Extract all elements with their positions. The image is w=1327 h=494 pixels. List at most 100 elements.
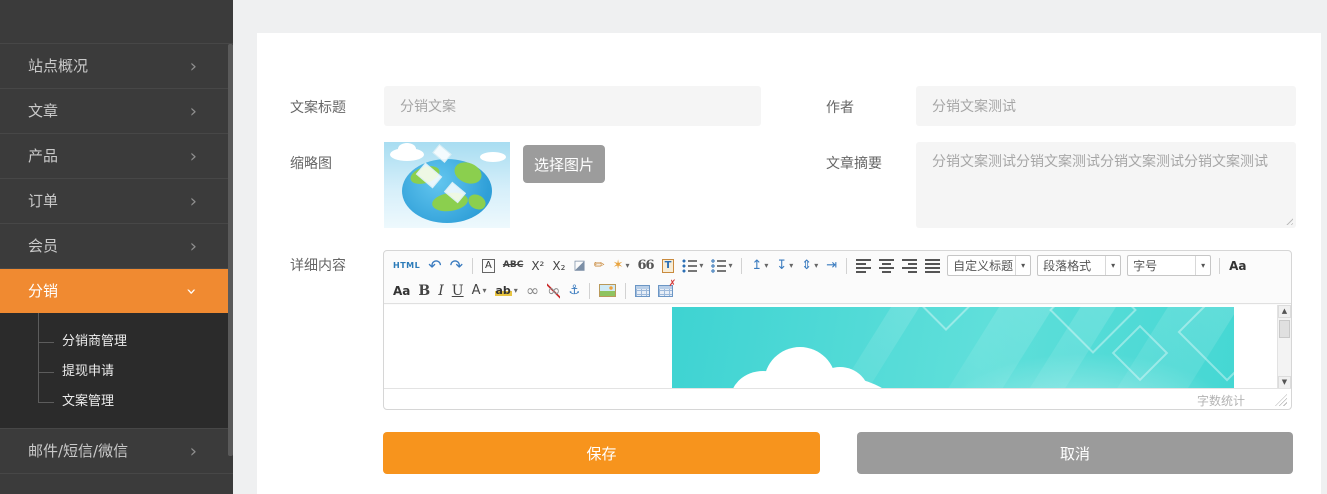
toolbar-separator xyxy=(472,258,473,274)
chevron-right-icon: › xyxy=(190,44,197,89)
bold-icon[interactable]: B xyxy=(415,280,433,302)
author-label: 作者 xyxy=(826,97,854,117)
font-color-icon[interactable]: A▾ xyxy=(469,280,490,302)
paragraph-spacing-top-icon: ↥ xyxy=(751,259,762,272)
line-height-icon[interactable]: ⇕▾ xyxy=(798,255,821,277)
autotypeset-icon: ✶ xyxy=(613,259,624,272)
sidebar-item-label: 站点概况 xyxy=(28,57,88,75)
underline-icon[interactable]: U xyxy=(449,280,467,302)
format-brush-icon[interactable]: ✏ xyxy=(591,255,608,277)
author-input[interactable] xyxy=(916,86,1296,126)
word-count-label: 字数统计 xyxy=(1197,392,1245,409)
italic-icon: I xyxy=(438,284,444,298)
insert-table-icon[interactable] xyxy=(632,280,653,302)
superscript-icon[interactable]: X² xyxy=(528,255,547,277)
line-height-icon: ⇕ xyxy=(801,259,812,272)
redo-icon[interactable]: ↷ xyxy=(447,255,466,277)
sidebar-item-distribution[interactable]: 分销› xyxy=(0,268,233,313)
cancel-button[interactable]: 取消 xyxy=(857,432,1293,474)
link-icon[interactable]: ∞ xyxy=(523,280,542,302)
html-source-icon[interactable]: HTML xyxy=(390,255,423,277)
paste-text-icon[interactable]: T xyxy=(659,255,678,277)
paragraph-spacing-top-icon[interactable]: ↥▾ xyxy=(748,255,771,277)
scrollbar-thumb[interactable] xyxy=(1279,320,1290,338)
image-icon[interactable] xyxy=(596,280,619,302)
sidebar-item-members[interactable]: 会员› xyxy=(0,223,233,268)
align-left-icon[interactable] xyxy=(853,255,874,277)
paste-text-icon: T xyxy=(662,259,675,273)
sidebar-subitem-withdrawal-application[interactable]: 提现申请 xyxy=(0,357,233,387)
delete-table-icon xyxy=(658,285,673,297)
redo-icon: ↷ xyxy=(450,258,463,274)
scroll-up-icon[interactable]: ▲ xyxy=(1278,305,1291,318)
align-right-icon[interactable] xyxy=(899,255,920,277)
remove-format-icon[interactable]: ABC xyxy=(500,255,526,277)
chevron-down-icon: ▾ xyxy=(1195,256,1210,275)
autotypeset-icon[interactable]: ✶▾ xyxy=(610,255,633,277)
choose-image-button[interactable]: 选择图片 xyxy=(523,145,605,183)
sidebar-item-label: 分销 xyxy=(28,282,58,300)
highlight-color-icon[interactable]: ab▾ xyxy=(492,280,521,302)
sidebar-item-mail-sms-wechat[interactable]: 邮件/短信/微信› xyxy=(0,428,233,473)
anchor-icon[interactable]: ⚓ xyxy=(565,280,583,302)
sidebar-scrollbar[interactable] xyxy=(228,44,233,456)
eraser-icon: ◪ xyxy=(573,259,585,272)
font-border-icon[interactable]: A xyxy=(479,255,498,277)
sidebar-subitem-copy-management[interactable]: 文案管理 xyxy=(0,387,233,417)
sidebar-item-label: 产品 xyxy=(28,147,58,165)
insert-table-icon xyxy=(635,285,650,297)
toolbar-separator xyxy=(741,258,742,274)
sidebar-item-articles[interactable]: 文章› xyxy=(0,88,233,133)
ordered-list-icon[interactable]: ▾ xyxy=(679,255,706,277)
html-source-icon: HTML xyxy=(393,262,420,270)
subscript-icon[interactable]: X₂ xyxy=(549,255,568,277)
editor-content-area[interactable]: ▲ ▼ xyxy=(384,305,1291,389)
align-justify-icon xyxy=(925,259,940,273)
content-banner-image xyxy=(672,307,1234,389)
blockquote-icon[interactable]: 66 xyxy=(635,255,657,277)
font-size-select[interactable]: 字号▾ xyxy=(1127,255,1211,276)
unordered-list-icon[interactable]: ▾ xyxy=(708,255,735,277)
rich-text-editor: HTML↶↷AABCX²X₂◪✏✶▾66T▾▾↥▾↧▾⇕▾⇥自定义标题▾段落格式… xyxy=(383,250,1292,410)
chevron-down-icon: ▾ xyxy=(789,261,793,270)
editor-scrollbar[interactable]: ▲ ▼ xyxy=(1277,305,1291,389)
letter-case-icon[interactable]: Aa xyxy=(390,280,413,302)
align-center-icon xyxy=(879,259,894,273)
toolbar-row-2: AaBIUA▾ab▾∞∞⚓ xyxy=(390,278,1289,303)
sidebar-item-orders[interactable]: 订单› xyxy=(0,178,233,223)
align-justify-icon[interactable] xyxy=(922,255,943,277)
summary-textarea[interactable]: 分销文案测试分销文案测试分销文案测试分销文案测试 xyxy=(916,142,1296,228)
chevron-down-icon: ▾ xyxy=(814,261,818,270)
save-button[interactable]: 保存 xyxy=(383,432,820,474)
anchor-icon: ⚓ xyxy=(568,284,580,297)
letter-case-icon[interactable]: Aa xyxy=(1226,255,1249,277)
remove-format-icon: ABC xyxy=(503,261,523,270)
sidebar-item-site-overview[interactable]: 站点概况 › xyxy=(0,43,233,88)
title-input[interactable] xyxy=(384,86,761,126)
eraser-icon[interactable]: ◪ xyxy=(570,255,588,277)
chevron-down-icon: ▾ xyxy=(699,261,703,270)
superscript-icon: X² xyxy=(531,260,544,272)
image-icon xyxy=(599,284,616,297)
sidebar-subitem-label: 分销商管理 xyxy=(62,334,127,349)
custom-title-select[interactable]: 自定义标题▾ xyxy=(947,255,1031,276)
italic-icon[interactable]: I xyxy=(435,280,447,302)
chevron-down-icon: ▾ xyxy=(514,286,518,295)
chevron-down-icon: ▾ xyxy=(1105,256,1120,275)
delete-table-icon[interactable] xyxy=(655,280,676,302)
indent-icon[interactable]: ⇥ xyxy=(823,255,840,277)
editor-resize-grip-icon[interactable] xyxy=(1275,394,1287,406)
sidebar-item-products[interactable]: 产品› xyxy=(0,133,233,178)
align-center-icon[interactable] xyxy=(876,255,897,277)
undo-icon[interactable]: ↶ xyxy=(425,255,444,277)
underline-icon: U xyxy=(452,284,464,298)
unlink-icon[interactable]: ∞ xyxy=(544,280,563,302)
paragraph-format-select[interactable]: 段落格式▾ xyxy=(1037,255,1121,276)
chevron-right-icon: › xyxy=(190,429,197,474)
toolbar-separator xyxy=(846,258,847,274)
land-shape xyxy=(466,191,489,212)
envelope-shape xyxy=(912,307,980,331)
paragraph-spacing-bottom-icon[interactable]: ↧▾ xyxy=(773,255,796,277)
sidebar-subitem-distributor-management[interactable]: 分销商管理 xyxy=(0,327,233,357)
sidebar-logo-area xyxy=(0,0,233,43)
